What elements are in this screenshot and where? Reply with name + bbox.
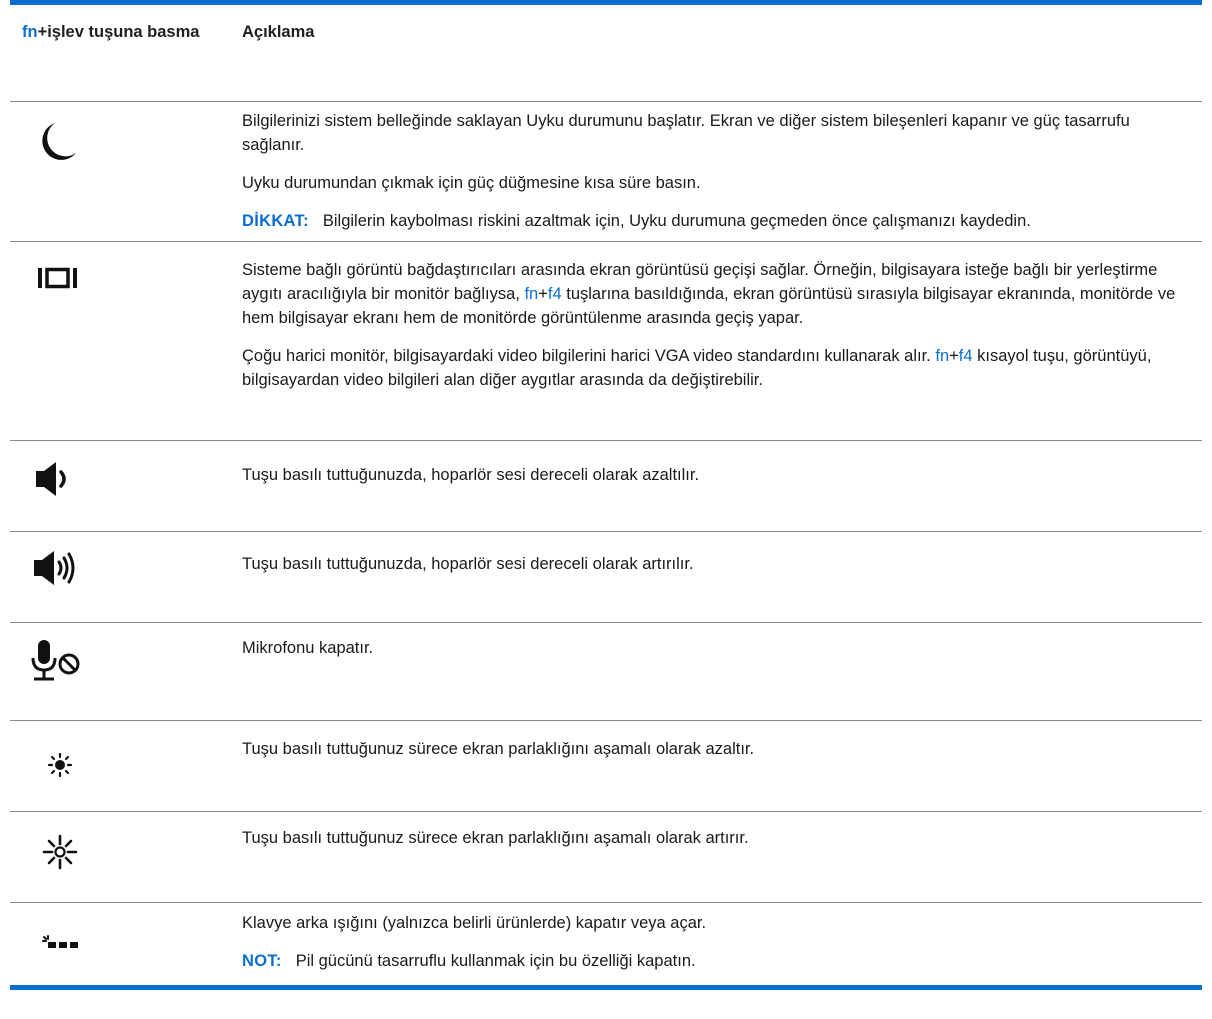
row-description: Tuşu basılı tuttuğunuz sürece ekran parl… bbox=[242, 826, 1196, 864]
column-header-key-text: +işlev tuşuna basma bbox=[37, 23, 200, 41]
description-text: Bilgilerinizi sistem belleğinde saklayan… bbox=[242, 112, 1130, 154]
keyboard-backlight-icon bbox=[24, 919, 88, 967]
table-bottom-rule bbox=[10, 985, 1202, 990]
description-text: Tuşu basılı tuttuğunuzda, hoparlör sesi … bbox=[242, 466, 700, 484]
note-label: NOT: bbox=[242, 952, 282, 970]
description-part: Çoğu harici monitör, bilgisayardaki vide… bbox=[242, 347, 931, 365]
caution-text: Bilgilerin kaybolması riskini azaltmak i… bbox=[322, 212, 1031, 230]
table-row: Mikrofonu kapatır. bbox=[10, 623, 1202, 721]
table-header: fn+işlev tuşuna basma Açıklama bbox=[10, 5, 1202, 102]
note-text: Pil gücünü tasarruflu kullanmak için bu … bbox=[295, 952, 696, 970]
table-row: Tuşu basılı tuttuğunuzda, hoparlör sesi … bbox=[10, 532, 1202, 623]
table-row: Tuşu basılı tuttuğunuz sürece ekran parl… bbox=[10, 812, 1202, 903]
row-description: Tuşu basılı tuttuğunuzda, hoparlör sesi … bbox=[242, 552, 1196, 590]
description-text: Klavye arka ışığını (yalnızca belirli ür… bbox=[242, 914, 707, 932]
row-description: Tuşu basılı tuttuğunuzda, hoparlör sesi … bbox=[242, 463, 1196, 501]
display-switch-icon bbox=[24, 254, 88, 302]
table-row: Sisteme bağlı görüntü bağdaştırıcıları a… bbox=[10, 242, 1202, 441]
plus-sign: + bbox=[949, 347, 959, 365]
volume-up-icon bbox=[24, 544, 88, 592]
row-description: Klavye arka ışığını (yalnızca belirli ür… bbox=[242, 911, 1196, 987]
description-text: Uyku durumundan çıkmak için güç düğmesin… bbox=[242, 174, 701, 192]
column-header-key: fn+işlev tuşuna basma bbox=[22, 21, 212, 43]
f4-key-reference: f4 bbox=[547, 285, 562, 303]
table-row: Tuşu basılı tuttuğunuzda, hoparlör sesi … bbox=[10, 441, 1202, 532]
fn-key-reference: fn bbox=[524, 285, 539, 303]
table-row: Bilgilerinizi sistem belleğinde saklayan… bbox=[10, 101, 1202, 242]
moon-icon bbox=[24, 117, 88, 165]
column-header-description: Açıklama bbox=[242, 23, 315, 41]
description-text: Mikrofonu kapatır. bbox=[242, 639, 374, 657]
description-text: Tuşu basılı tuttuğunuzda, hoparlör sesi … bbox=[242, 555, 694, 573]
table-row: Klavye arka ışığını (yalnızca belirli ür… bbox=[10, 903, 1202, 985]
caution-note: DİKKAT: Bilgilerin kaybolması riskini aza… bbox=[242, 209, 1196, 233]
description-text: Sisteme bağlı görüntü bağdaştırıcıları a… bbox=[242, 258, 1196, 330]
fn-key-table: fn+işlev tuşuna basma Açıklama Bilgileri… bbox=[10, 0, 1202, 990]
brightness-up-icon bbox=[24, 828, 88, 876]
description-text: Çoğu harici monitör, bilgisayardaki vide… bbox=[242, 344, 1196, 392]
row-description: Sisteme bağlı görüntü bağdaştırıcıları a… bbox=[242, 258, 1196, 406]
mic-mute-icon bbox=[24, 637, 88, 685]
fn-key-label: fn bbox=[22, 23, 38, 41]
note: NOT: Pil gücünü tasarruflu kullanmak için… bbox=[242, 949, 1196, 973]
brightness-down-icon bbox=[24, 741, 88, 789]
fn-key-reference: fn bbox=[935, 347, 950, 365]
table-row: Tuşu basılı tuttuğunuz sürece ekran parl… bbox=[10, 721, 1202, 812]
description-text: Tuşu basılı tuttuğunuz sürece ekran parl… bbox=[242, 740, 755, 758]
description-text: Tuşu basılı tuttuğunuz sürece ekran parl… bbox=[242, 829, 749, 847]
row-description: Bilgilerinizi sistem belleğinde saklayan… bbox=[242, 109, 1196, 247]
volume-down-icon bbox=[24, 455, 88, 503]
plus-sign: + bbox=[538, 285, 548, 303]
f4-key-reference: f4 bbox=[958, 347, 973, 365]
caution-label: DİKKAT: bbox=[242, 212, 309, 230]
row-description: Tuşu basılı tuttuğunuz sürece ekran parl… bbox=[242, 737, 1196, 775]
row-description: Mikrofonu kapatır. bbox=[242, 636, 1196, 674]
